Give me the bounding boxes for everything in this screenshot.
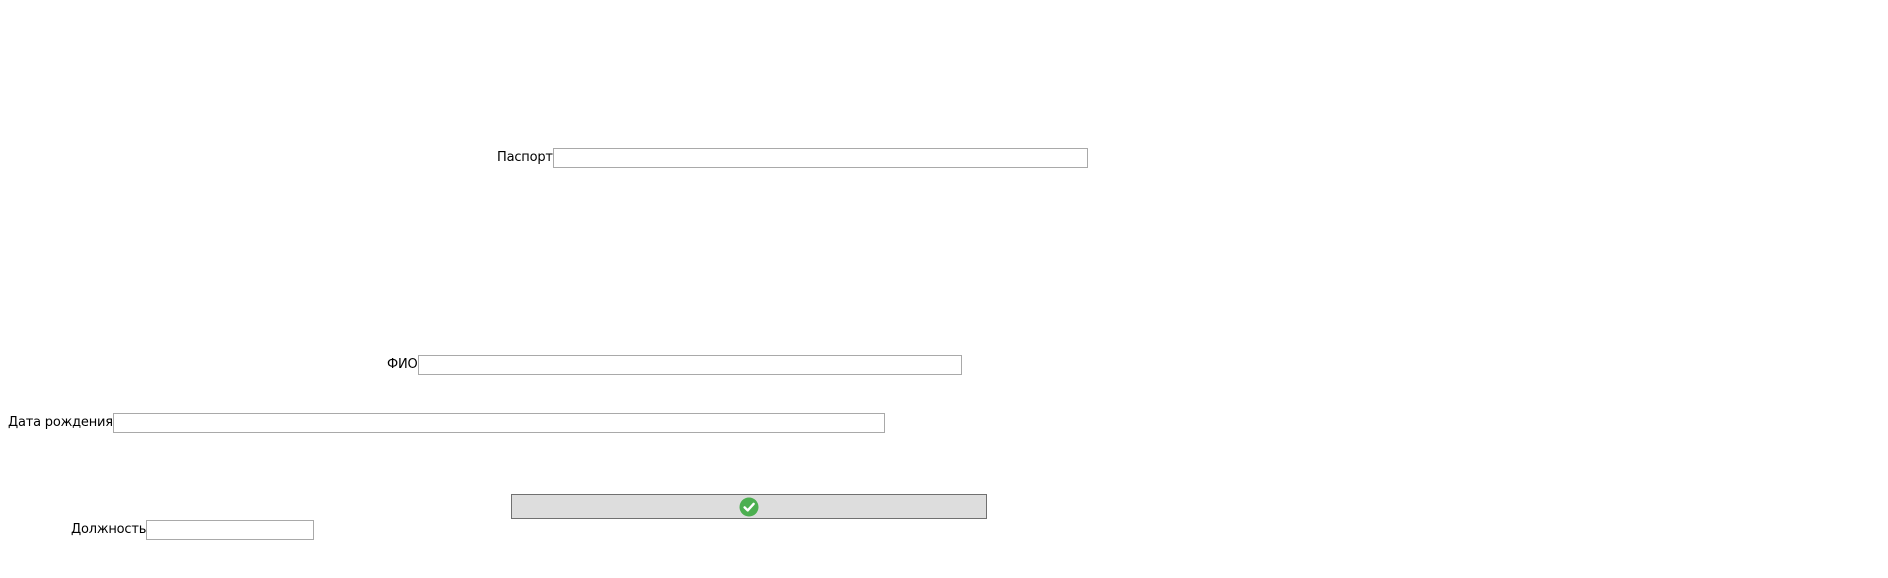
full-name-row: ФИО <box>387 354 962 376</box>
position-input[interactable] <box>146 520 315 540</box>
birth-date-label: Дата рождения <box>8 415 113 430</box>
passport-label: Паспорт <box>497 150 553 165</box>
passport-row: Паспорт <box>497 147 1088 169</box>
passport-input[interactable] <box>552 148 1088 168</box>
full-name-input[interactable] <box>417 355 962 375</box>
checkmark-icon <box>739 497 759 516</box>
birth-date-row: Дата рождения <box>8 412 885 434</box>
position-label: Должность <box>71 522 147 537</box>
confirm-button[interactable] <box>511 494 987 519</box>
birth-date-input[interactable] <box>112 413 885 433</box>
position-row: Должность <box>71 519 315 541</box>
full-name-label: ФИО <box>387 357 418 372</box>
